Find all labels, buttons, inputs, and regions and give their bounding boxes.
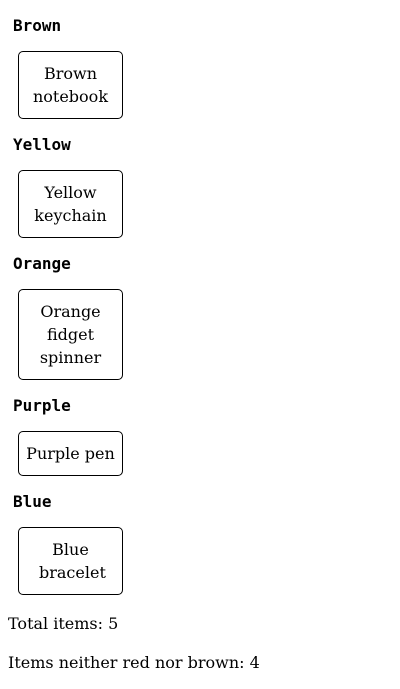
total-items-text: Total items: 5 [8, 614, 119, 633]
group-brown: Brown Brown notebook [13, 16, 123, 119]
group-blue: Blue Blue bracelet [13, 492, 123, 595]
group-purple: Purple Purple pen [13, 396, 123, 476]
item-card-brown-notebook: Brown notebook [18, 51, 123, 119]
group-heading-orange: Orange [13, 254, 71, 273]
item-card-orange-fidget-spinner: Orange fidget spinner [18, 289, 123, 380]
group-heading-blue: Blue [13, 492, 52, 511]
item-card-purple-pen: Purple pen [18, 431, 123, 476]
group-heading-brown: Brown [13, 16, 62, 35]
group-heading-purple: Purple [13, 396, 71, 415]
item-card-blue-bracelet: Blue bracelet [18, 527, 123, 595]
group-orange: Orange Orange fidget spinner [13, 254, 123, 380]
group-yellow: Yellow Yellow keychain [13, 135, 123, 238]
group-heading-yellow: Yellow [13, 135, 71, 154]
items-neither-red-nor-brown-text: Items neither red nor brown: 4 [8, 653, 260, 672]
item-card-yellow-keychain: Yellow keychain [18, 170, 123, 238]
